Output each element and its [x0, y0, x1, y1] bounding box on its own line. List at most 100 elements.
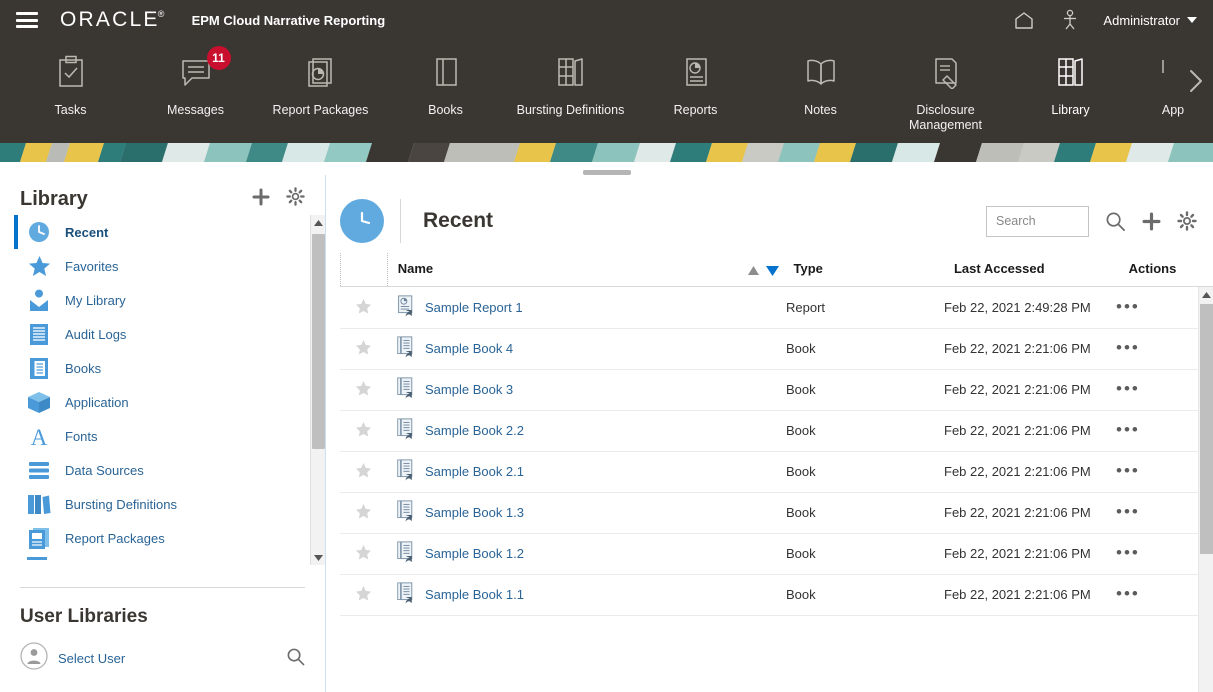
nav-item-messages[interactable]: 11 Messages [133, 40, 258, 118]
item-actions-cell[interactable]: ••• [1116, 533, 1182, 575]
favorite-star-cell[interactable] [340, 574, 386, 616]
more-actions-ellipsis-icon[interactable]: ••• [1116, 297, 1140, 316]
user-menu[interactable]: Administrator [1103, 13, 1197, 28]
table-row[interactable]: Sample Report 1 Report Feb 22, 2021 2:49… [340, 287, 1198, 329]
favorite-star-cell[interactable] [340, 287, 386, 329]
sidebar-item-books[interactable]: Books [18, 351, 310, 385]
item-actions-cell[interactable]: ••• [1116, 287, 1182, 329]
accessibility-person-icon[interactable] [1057, 7, 1083, 33]
star-outline-icon[interactable] [355, 585, 372, 604]
nav-item-bursting-definitions[interactable]: Bursting Definitions [508, 40, 633, 118]
table-row[interactable]: Sample Book 3 Book Feb 22, 2021 2:21:06 … [340, 369, 1198, 411]
item-actions-cell[interactable]: ••• [1116, 410, 1182, 452]
sort-descending-arrow-icon[interactable] [765, 264, 780, 277]
more-actions-ellipsis-icon[interactable]: ••• [1116, 461, 1140, 480]
column-header-name[interactable]: Name [387, 253, 794, 287]
item-name-link[interactable]: Sample Book 2.1 [425, 464, 524, 479]
sidebar-item-application[interactable]: Application [18, 385, 310, 419]
favorite-star-cell[interactable] [340, 533, 386, 575]
star-outline-icon[interactable] [355, 462, 372, 481]
item-name-cell[interactable]: Sample Book 2.2 [386, 410, 786, 452]
scroll-up-arrow-icon[interactable] [1201, 287, 1212, 302]
favorite-star-cell[interactable] [340, 492, 386, 534]
item-name-link[interactable]: Sample Report 1 [425, 300, 523, 315]
plus-icon[interactable] [252, 188, 270, 211]
favorite-star-cell[interactable] [340, 451, 386, 493]
home-icon[interactable] [1011, 7, 1037, 33]
select-user-label[interactable]: Select User [58, 651, 125, 666]
table-row[interactable]: Sample Book 1.1 Book Feb 22, 2021 2:21:0… [340, 574, 1198, 616]
table-scrollbar[interactable] [1198, 287, 1213, 692]
table-scroll-thumb[interactable] [1199, 304, 1213, 554]
table-row[interactable]: Sample Book 1.2 Book Feb 22, 2021 2:21:0… [340, 533, 1198, 575]
item-name-cell[interactable]: Sample Book 3 [386, 369, 786, 411]
nav-item-disclosure-management[interactable]: Disclosure Management [883, 40, 1008, 133]
scroll-down-arrow-icon[interactable] [1201, 687, 1212, 692]
nav-item-books[interactable]: Books [383, 40, 508, 118]
sidebar-item-recent[interactable]: Recent [14, 215, 310, 249]
sidebar-item-data-sources[interactable]: Data Sources [18, 453, 310, 487]
chevron-right-icon[interactable] [1185, 68, 1207, 99]
table-row[interactable]: Sample Book 1.3 Book Feb 22, 2021 2:21:0… [340, 492, 1198, 534]
item-actions-cell[interactable]: ••• [1116, 492, 1182, 534]
nav-item-reports[interactable]: Reports [633, 40, 758, 118]
sidebar-scroll-track[interactable] [311, 230, 325, 550]
hamburger-menu-icon[interactable] [16, 12, 38, 28]
sidebar-item-favorites[interactable]: Favorites [18, 249, 310, 283]
sidebar-item-my-library[interactable]: My Library [18, 283, 310, 317]
gear-icon[interactable] [1177, 211, 1197, 231]
table-row[interactable]: Sample Book 2.2 Book Feb 22, 2021 2:21:0… [340, 410, 1198, 452]
item-name-cell[interactable]: Sample Book 4 [386, 328, 786, 370]
item-actions-cell[interactable]: ••• [1116, 574, 1182, 616]
star-outline-icon[interactable] [355, 298, 372, 317]
sidebar-item-report-packages[interactable]: Report Packages [18, 521, 310, 555]
item-actions-cell[interactable]: ••• [1116, 369, 1182, 411]
item-name-cell[interactable]: Sample Book 2.1 [386, 451, 786, 493]
star-outline-icon[interactable] [355, 421, 372, 440]
star-outline-icon[interactable] [355, 380, 372, 399]
item-name-link[interactable]: Sample Book 3 [425, 382, 513, 397]
item-name-link[interactable]: Sample Book 4 [425, 341, 513, 356]
nav-item-report-packages[interactable]: Report Packages [258, 40, 383, 118]
star-outline-icon[interactable] [355, 503, 372, 522]
nav-item-library[interactable]: Library [1008, 40, 1133, 118]
sort-ascending-arrow-icon[interactable] [747, 265, 760, 276]
column-header-type[interactable]: Type [793, 253, 954, 287]
favorite-star-cell[interactable] [340, 410, 386, 452]
scroll-down-arrow-icon[interactable] [313, 550, 324, 565]
sidebar-scrollbar[interactable] [310, 215, 325, 565]
more-actions-ellipsis-icon[interactable]: ••• [1116, 502, 1140, 521]
table-row[interactable]: Sample Book 4 Book Feb 22, 2021 2:21:06 … [340, 328, 1198, 370]
item-name-cell[interactable]: Sample Report 1 [386, 287, 786, 329]
scroll-up-arrow-icon[interactable] [313, 215, 324, 230]
nav-item-tasks[interactable]: Tasks [8, 40, 133, 118]
search-icon[interactable] [286, 647, 305, 671]
more-actions-ellipsis-icon[interactable]: ••• [1116, 543, 1140, 562]
more-actions-ellipsis-icon[interactable]: ••• [1116, 584, 1140, 603]
item-name-link[interactable]: Sample Book 1.1 [425, 587, 524, 602]
item-name-link[interactable]: Sample Book 1.3 [425, 505, 524, 520]
more-actions-ellipsis-icon[interactable]: ••• [1116, 379, 1140, 398]
star-outline-icon[interactable] [355, 339, 372, 358]
search-input[interactable] [986, 205, 1089, 237]
sidebar-item-bursting-definitions[interactable]: Bursting Definitions [18, 487, 310, 521]
item-actions-cell[interactable]: ••• [1116, 328, 1182, 370]
more-actions-ellipsis-icon[interactable]: ••• [1116, 338, 1140, 357]
sort-controls[interactable] [747, 264, 780, 277]
more-actions-ellipsis-icon[interactable]: ••• [1116, 420, 1140, 439]
favorite-star-cell[interactable] [340, 328, 386, 370]
search-icon[interactable] [1105, 211, 1126, 232]
plus-icon[interactable] [1142, 212, 1161, 231]
nav-item-notes[interactable]: Notes [758, 40, 883, 118]
sidebar-scroll-thumb[interactable] [311, 234, 325, 449]
sidebar-item-fonts[interactable]: A Fonts [18, 419, 310, 453]
item-name-cell[interactable]: Sample Book 1.2 [386, 533, 786, 575]
item-name-cell[interactable]: Sample Book 1.3 [386, 492, 786, 534]
favorite-star-cell[interactable] [340, 369, 386, 411]
table-row[interactable]: Sample Book 2.1 Book Feb 22, 2021 2:21:0… [340, 451, 1198, 493]
item-name-cell[interactable]: Sample Book 1.1 [386, 574, 786, 616]
item-name-link[interactable]: Sample Book 1.2 [425, 546, 524, 561]
star-outline-icon[interactable] [355, 544, 372, 563]
item-name-link[interactable]: Sample Book 2.2 [425, 423, 524, 438]
table-scroll-track[interactable] [1199, 302, 1213, 687]
